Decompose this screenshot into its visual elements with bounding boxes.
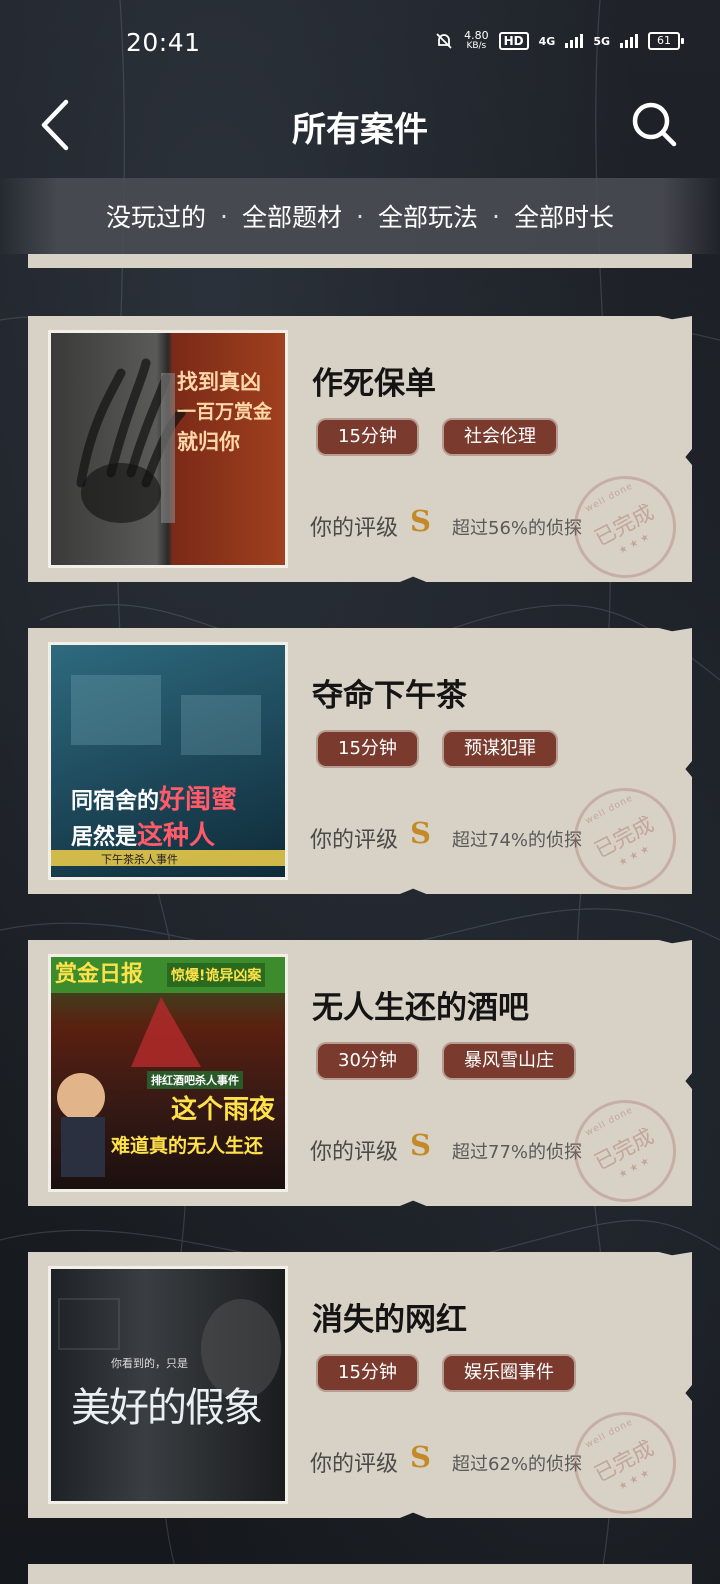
page-title: 所有案件 [292,110,428,150]
completed-stamp: well done 已完成 ★ ★ ★ [556,1394,692,1518]
completed-stamp: well done 已完成 ★ ★ ★ [556,458,692,582]
duration-tag: 15分钟 [318,1356,417,1390]
search-icon [632,102,677,147]
rating-value: S [410,1128,431,1162]
filter-duration[interactable]: 全部时长 [512,198,616,234]
genre-tag: 社会伦理 [444,420,556,454]
header: 所有案件 [0,80,720,176]
rating-value: S [410,816,431,850]
filter-bar: 没玩过的 · 全部题材 · 全部玩法 · 全部时长 [0,178,720,254]
completed-stamp: well done 已完成 ★ ★ ★ [556,770,692,894]
net-speed-value: 4.80 [464,29,489,42]
rating-label: 你的评级 [310,516,399,541]
bell-muted-icon [436,33,452,49]
case-card[interactable]: 你看到的，只是 美好的假象 消失的网红 15分钟 娱乐圈事件 你的评级 S 超过… [28,1252,692,1518]
status-icons: 4.80 KB/s HD 4G 5G 61 [434,30,684,52]
thumb-caption: 难道真的无人生还 [111,1135,264,1157]
case-title: 夺命下午茶 [312,678,467,714]
hd-badge: HD [498,32,529,50]
filter-separator: · [491,201,500,231]
filter-separator: · [220,201,228,231]
thumb-caption: 你看到的，只是 [111,1357,188,1370]
rating-percent: 超过77%的侦探 [452,1142,583,1163]
case-card[interactable]: 找到真凶 一百万赏金 就归你 作死保单 15分钟 社会伦理 你的评级 S 超过5… [28,316,692,582]
previous-card-edge [28,254,692,268]
case-thumbnail: 找到真凶 一百万赏金 就归你 [48,330,288,568]
rating-value: S [410,504,431,538]
rating-label: 你的评级 [310,1452,399,1477]
case-title: 作死保单 [312,366,436,402]
battery-icon: 61 [648,32,684,50]
thumb-caption: 同宿舍的好闺蜜 居然是这种人 [71,785,238,851]
filter-separator: · [356,201,364,231]
case-thumbnail: 你看到的，只是 美好的假象 [48,1266,288,1504]
signal-icon [620,34,638,48]
thumb-caption: 排红酒吧杀人事件 [147,1071,243,1089]
thumb-caption-band: 下午茶杀人事件 [101,853,178,866]
genre-tag: 暴风雪山庄 [444,1044,574,1078]
case-title: 无人生还的酒吧 [312,990,529,1026]
filter-gameplay[interactable]: 全部玩法 [376,198,480,234]
thumb-caption: 找到真凶 一百万赏金 就归你 [177,369,273,454]
thumb-caption: 这个雨夜 [171,1095,276,1125]
rating-percent: 超过62%的侦探 [452,1454,583,1475]
signal-icon [565,34,584,48]
rating-label: 你的评级 [310,1140,399,1165]
case-card[interactable]: 赏金日报 惊爆!诡异凶案 排红酒吧杀人事件 这个雨夜 难道真的无人生还 无人生还… [28,940,692,1206]
rating-percent: 超过56%的侦探 [452,518,583,539]
status-bar: 20:41 4.80 KB/s HD 4G 5G 61 [0,0,720,80]
next-card-edge [28,1564,692,1584]
rating-label: 你的评级 [310,828,399,853]
status-time: 20:41 [126,28,201,57]
rating-value: S [410,1440,431,1474]
filter-played-status[interactable]: 没玩过的 [104,198,208,234]
completed-stamp: well done 已完成 ★ ★ ★ [556,1082,692,1206]
genre-tag: 娱乐圈事件 [444,1356,574,1390]
case-card[interactable]: 同宿舍的好闺蜜 居然是这种人 下午茶杀人事件 夺命下午茶 15分钟 预谋犯罪 你… [28,628,692,894]
battery-level: 61 [648,32,680,50]
case-thumbnail: 赏金日报 惊爆!诡异凶案 排红酒吧杀人事件 这个雨夜 难道真的无人生还 [48,954,288,1192]
search-button[interactable] [630,100,680,150]
net-speed-unit: KB/s [466,41,487,51]
thumb-caption: 美好的假象 [71,1385,263,1431]
case-thumbnail: 同宿舍的好闺蜜 居然是这种人 下午茶杀人事件 [48,642,288,880]
net-speed: 4.80 KB/s [464,30,489,52]
duration-tag: 15分钟 [318,732,417,766]
sim2-label: 5G [593,34,610,48]
rating-percent: 超过74%的侦探 [452,830,583,851]
case-title: 消失的网红 [312,1302,467,1338]
genre-tag: 预谋犯罪 [444,732,556,766]
duration-tag: 30分钟 [318,1044,417,1078]
duration-tag: 15分钟 [318,420,417,454]
filter-theme[interactable]: 全部题材 [240,198,344,234]
sim1-label: 4G [538,34,556,48]
